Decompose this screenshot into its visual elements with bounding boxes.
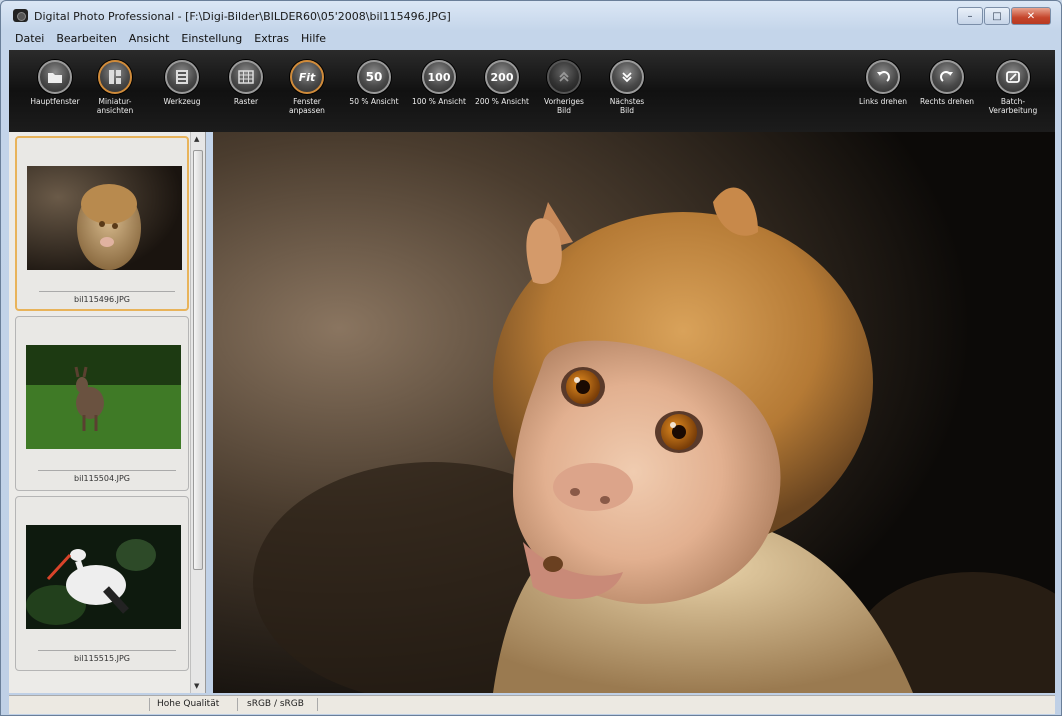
- view-200-button[interactable]: 200 200 % Ansicht: [472, 60, 532, 106]
- status-bar: Hohe Qualität sRGB / sRGB: [9, 695, 1055, 714]
- menu-einstellung[interactable]: Einstellung: [175, 31, 248, 49]
- window-title: Digital Photo Professional - [F:\Digi-Bi…: [34, 10, 451, 23]
- thumbnail-view-button[interactable]: Miniatur- ansichten: [85, 60, 145, 115]
- batch-processing-button[interactable]: Batch- Verarbeitung: [983, 60, 1043, 115]
- grid-icon: [229, 60, 263, 94]
- view-100-button[interactable]: 100 100 % Ansicht: [409, 60, 469, 106]
- previous-image-button[interactable]: Vorheriges Bild: [534, 60, 594, 115]
- title-bar[interactable]: Digital Photo Professional - [F:\Digi-Bi…: [1, 1, 1061, 31]
- grid-button[interactable]: Raster: [216, 60, 276, 106]
- toolbar: Hauptfenster Miniatur- ansichten Werkzeu…: [9, 50, 1055, 132]
- next-image-label: Nächstes Bild: [609, 97, 645, 115]
- view-100-label: 100 % Ansicht: [412, 97, 466, 106]
- status-separator: [237, 698, 238, 711]
- menu-bearbeiten[interactable]: Bearbeiten: [50, 31, 122, 49]
- main-image-view[interactable]: [213, 132, 1055, 693]
- close-button[interactable]: ✕: [1011, 7, 1051, 25]
- camera-app-icon[interactable]: [13, 9, 28, 22]
- macaque-photo: [213, 132, 1055, 693]
- thumbnail-card[interactable]: bil115496.JPG: [15, 136, 189, 311]
- thumbnail-filename: bil115515.JPG: [74, 654, 130, 663]
- thumbnail-divider: [38, 470, 176, 471]
- scrollbar-thumb[interactable]: [193, 150, 203, 570]
- thumbnail-scrollbar[interactable]: ▲ ▼: [190, 132, 205, 693]
- batch-icon: [996, 60, 1030, 94]
- menu-hilfe[interactable]: Hilfe: [295, 31, 332, 49]
- rotate-right-icon: [930, 60, 964, 94]
- rotate-left-label: Links drehen: [858, 97, 908, 106]
- status-separator: [149, 698, 150, 711]
- thumbnail-panel: bil115496.JPG bil115504.JPG bil115515.JP…: [9, 132, 206, 693]
- previous-image-label: Vorheriges Bild: [544, 97, 584, 115]
- color-space-status: sRGB / sRGB: [247, 699, 304, 709]
- zoom-100-icon: 100: [422, 60, 456, 94]
- window-controls: – □ ✕: [957, 7, 1051, 25]
- rotate-left-button[interactable]: Links drehen: [853, 60, 913, 106]
- rotate-right-label: Rechts drehen: [919, 97, 974, 106]
- folder-icon: [38, 60, 72, 94]
- quality-status: Hohe Qualität: [157, 699, 220, 709]
- minimize-button[interactable]: –: [957, 7, 983, 25]
- scroll-up-arrow-icon[interactable]: ▲: [194, 135, 199, 143]
- grid-label: Raster: [233, 97, 259, 106]
- view-200-label: 200 % Ansicht: [475, 97, 529, 106]
- view-50-label: 50 % Ansicht: [349, 97, 399, 106]
- double-chevron-down-icon: [610, 60, 644, 94]
- fit-icon: Fit: [290, 60, 324, 94]
- app-window: Digital Photo Professional - [F:\Digi-Bi…: [0, 0, 1062, 716]
- thumbnail-filename: bil115496.JPG: [74, 295, 130, 304]
- menu-extras[interactable]: Extras: [248, 31, 295, 49]
- tool-palette-icon: [165, 60, 199, 94]
- menu-bar: Datei Bearbeiten Ansicht Einstellung Ext…: [9, 31, 1055, 49]
- thumbnails-icon: [98, 60, 132, 94]
- view-50-button[interactable]: 50 50 % Ansicht: [344, 60, 404, 106]
- maximize-button[interactable]: □: [984, 7, 1010, 25]
- main-window-button[interactable]: Hauptfenster: [25, 60, 85, 106]
- zoom-50-icon: 50: [357, 60, 391, 94]
- menu-ansicht[interactable]: Ansicht: [123, 31, 176, 49]
- rotate-right-button[interactable]: Rechts drehen: [917, 60, 977, 106]
- scroll-down-arrow-icon[interactable]: ▼: [194, 682, 199, 690]
- fit-window-label: Fenster anpassen: [289, 97, 325, 115]
- thumbnail-card[interactable]: bil115515.JPG: [15, 496, 189, 671]
- tool-palette-button[interactable]: Werkzeug: [152, 60, 212, 106]
- double-chevron-up-icon: [547, 60, 581, 94]
- thumbnail-macaque-image: [27, 166, 182, 270]
- thumbnail-divider: [38, 650, 176, 651]
- fit-window-button[interactable]: Fit Fenster anpassen: [277, 60, 337, 115]
- rotate-left-icon: [866, 60, 900, 94]
- thumbnail-divider: [39, 291, 175, 292]
- batch-processing-label: Batch- Verarbeitung: [988, 97, 1038, 115]
- thumbnail-stork-image: [26, 525, 181, 629]
- main-window-label: Hauptfenster: [30, 97, 80, 106]
- thumbnail-card[interactable]: bil115504.JPG: [15, 316, 189, 491]
- next-image-button[interactable]: Nächstes Bild: [597, 60, 657, 115]
- zoom-200-icon: 200: [485, 60, 519, 94]
- thumbnail-view-label: Miniatur- ansichten: [96, 97, 134, 115]
- thumbnail-filename: bil115504.JPG: [74, 474, 130, 483]
- status-separator: [317, 698, 318, 711]
- tool-palette-label: Werkzeug: [163, 97, 201, 106]
- thumbnail-mara-image: [26, 345, 181, 449]
- menu-datei[interactable]: Datei: [9, 31, 50, 49]
